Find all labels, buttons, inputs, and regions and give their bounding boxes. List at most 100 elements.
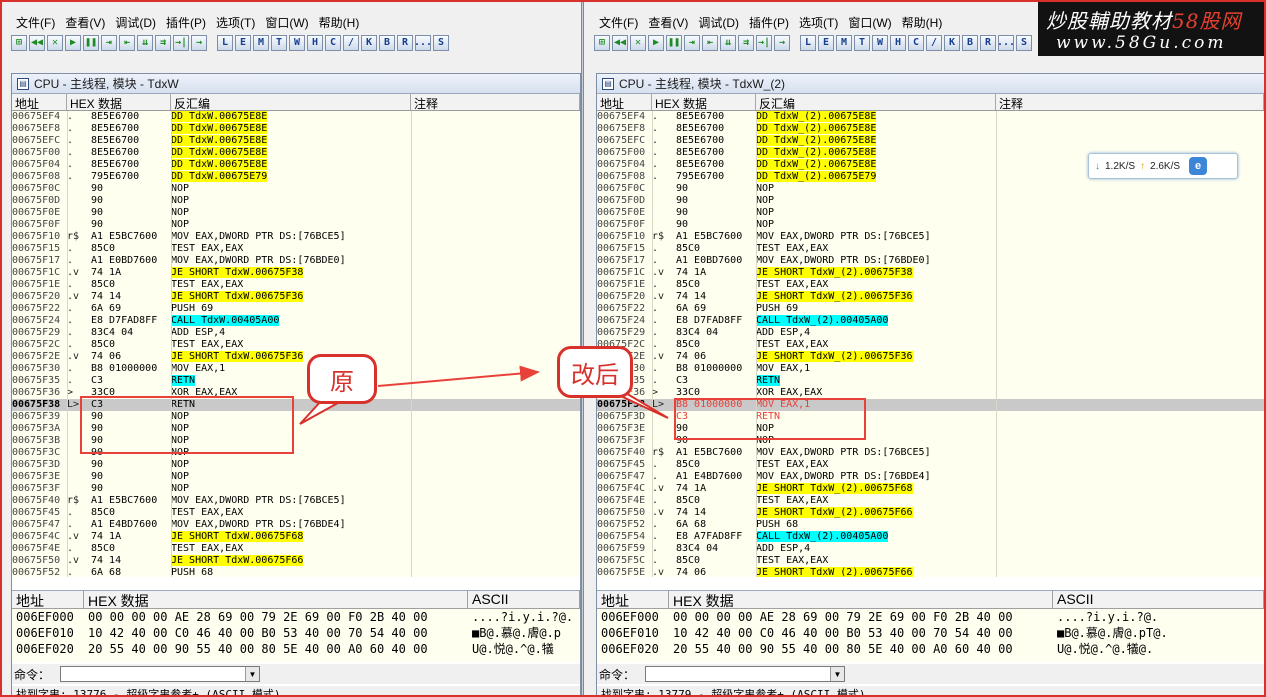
disasm-row[interactable]: 00675F4C .v 74 1A JE SHORT TdxW.00675F68	[12, 531, 580, 543]
chevron-down-icon[interactable]: ▼	[245, 667, 260, 681]
disasm-row[interactable]: 00675F50 .v 74 14 JE SHORT TdxW.00675F66	[12, 555, 580, 567]
dump-row[interactable]: 006EF010 10 42 40 00 C0 46 40 00 B0 53 40…	[12, 625, 580, 641]
toolbar-window-button[interactable]: ...	[997, 35, 1015, 51]
disasm-row[interactable]: 00675F47. A1 E4BD7600 MOV EAX,DWORD PTR DS…	[597, 471, 1264, 483]
disasm-row[interactable]: 00675F17. A1 E0BD7600 MOV EAX,DWORD PTR DS…	[12, 255, 580, 267]
disasm-row[interactable]: 00675F5C. 85C0 TEST EAX,EAX	[597, 555, 1264, 567]
menu-item[interactable]: 文件(F)	[11, 13, 60, 31]
disasm-row[interactable]: 00675F1C .v 74 1A JE SHORT TdxW_(2).00675F3…	[597, 267, 1264, 279]
toolbar-window-button[interactable]: B	[379, 35, 395, 51]
column-comment[interactable]: 注释	[996, 94, 1264, 110]
disasm-grid[interactable]: 00675EF4. 8E5E6700 DD TdxW_(2).00675E8E 006…	[597, 111, 1264, 577]
toolbar-window-button[interactable]: K	[361, 35, 377, 51]
disasm-row[interactable]: 00675F45. 85C0 TEST EAX,EAX	[597, 459, 1264, 471]
menu-item[interactable]: 插件(P)	[161, 13, 211, 31]
disasm-row[interactable]: 00675F52. 6A 68 PUSH 68	[597, 519, 1264, 531]
disasm-row[interactable]: 00675EF4. 8E5E6700 DD TdxW.00675E8E	[12, 111, 580, 123]
disasm-row[interactable]: 00675F1C .v 74 1A JE SHORT TdxW.00675F38	[12, 267, 580, 279]
disasm-row[interactable]: 00675F15. 85C0 TEST EAX,EAX	[12, 243, 580, 255]
disasm-grid[interactable]: 00675EF4. 8E5E6700 DD TdxW.00675E8E 00675EF…	[12, 111, 580, 577]
toolbar-window-button[interactable]: L	[217, 35, 233, 51]
disasm-row[interactable]: 00675F4C .v 74 1A JE SHORT TdxW_(2).00675F6…	[597, 483, 1264, 495]
toolbar-window-button[interactable]: M	[253, 35, 269, 51]
chevron-down-icon[interactable]: ▼	[830, 667, 845, 681]
toolbar-window-button[interactable]: W	[289, 35, 305, 51]
column-comment[interactable]: 注释	[411, 94, 580, 110]
toolbar-button-icon[interactable]: ⇊	[137, 35, 153, 51]
disasm-row[interactable]: 00675F4E. 85C0 TEST EAX,EAX	[12, 543, 580, 555]
disasm-row[interactable]: 00675F1E. 85C0 TEST EAX,EAX	[597, 279, 1264, 291]
disasm-row[interactable]: 00675F0D 90 NOP	[12, 195, 580, 207]
menu-item[interactable]: 帮助(H)	[897, 13, 948, 31]
toolbar-window-button[interactable]: R	[980, 35, 996, 51]
disasm-row[interactable]: 00675F2E.v74 06JE SHORT TdxW_(2).00675F3…	[597, 351, 1264, 363]
dump-row[interactable]: 006EF020 20 55 40 00 90 55 40 00 80 5E 40…	[597, 641, 1264, 657]
toolbar-button-icon[interactable]: ⇉	[738, 35, 754, 51]
toolbar-window-button[interactable]: S	[1016, 35, 1032, 51]
toolbar-window-button[interactable]: H	[307, 35, 323, 51]
disasm-row[interactable]: 00675EF8. 8E5E6700 DD TdxW.00675E8E	[12, 123, 580, 135]
menu-item[interactable]: 窗口(W)	[843, 13, 896, 31]
menu-item[interactable]: 选项(T)	[211, 13, 260, 31]
disasm-row[interactable]: 00675F59. 83C4 04 ADD ESP,4	[597, 543, 1264, 555]
command-input[interactable]: ▼	[60, 666, 261, 682]
disasm-row[interactable]: 00675F45. 85C0 TEST EAX,EAX	[12, 507, 580, 519]
cpu-window-titlebar[interactable]: ▤ CPU - 主线程, 模块 - TdxW	[12, 74, 580, 94]
toolbar-window-button[interactable]: E	[818, 35, 834, 51]
disasm-row[interactable]: 00675F17. A1 E0BD7600 MOV EAX,DWORD PTR DS…	[597, 255, 1264, 267]
disasm-row[interactable]: 00675F52. 6A 68 PUSH 68	[12, 567, 580, 577]
hex-dump-pane[interactable]: 地址 HEX 数据 ASCII 006EF000 00 00 00 00 AE 2…	[597, 590, 1264, 662]
menu-item[interactable]: 查看(V)	[60, 13, 110, 31]
disasm-row[interactable]: 00675F20 .v 74 14 JE SHORT TdxW_(2).00675F3…	[597, 291, 1264, 303]
column-hex[interactable]: HEX 数据	[652, 94, 756, 110]
toolbar-window-button[interactable]: /	[343, 35, 359, 51]
toolbar-window-button[interactable]: ...	[414, 35, 432, 51]
toolbar-button-icon[interactable]: ⊞	[594, 35, 610, 51]
disasm-row[interactable]: 00675F54. E8 A7FAD8FF CALL TdxW_(2).00405A…	[597, 531, 1264, 543]
column-hex[interactable]: HEX 数据	[67, 94, 171, 110]
dump-row[interactable]: 006EF020 20 55 40 00 90 55 40 00 80 5E 40…	[12, 641, 580, 657]
menu-item[interactable]: 查看(V)	[643, 13, 693, 31]
menu-item[interactable]: 文件(F)	[594, 13, 643, 31]
disasm-row[interactable]: 00675F35.C3RETN	[597, 375, 1264, 387]
disasm-row[interactable]: 00675F0E 90 NOP	[597, 207, 1264, 219]
dump-column-ascii[interactable]: ASCII	[1053, 591, 1264, 608]
dump-column-hex[interactable]: HEX 数据	[669, 591, 1053, 609]
toolbar-window-button[interactable]: E	[235, 35, 251, 51]
disasm-row[interactable]: 00675EFC. 8E5E6700 DD TdxW.00675E8E	[12, 135, 580, 147]
disasm-row[interactable]: 00675F04. 8E5E6700 DD TdxW.00675E8E	[12, 159, 580, 171]
dump-column-ascii[interactable]: ASCII	[468, 591, 580, 608]
disasm-row[interactable]: 00675F08. 795E6700 DD TdxW.00675E79	[12, 171, 580, 183]
command-input[interactable]: ▼	[645, 666, 846, 682]
toolbar-button-icon[interactable]: →|	[756, 35, 772, 51]
disasm-row[interactable]: 00675F15. 85C0 TEST EAX,EAX	[597, 243, 1264, 255]
disasm-row[interactable]: 00675EFC. 8E5E6700 DD TdxW_(2).00675E8E	[597, 135, 1264, 147]
disasm-row[interactable]: 00675F4E. 85C0 TEST EAX,EAX	[597, 495, 1264, 507]
disasm-row[interactable]: 00675F20 .v 74 14 JE SHORT TdxW.00675F36	[12, 291, 580, 303]
column-disasm[interactable]: 反汇编	[756, 94, 996, 110]
toolbar-window-button[interactable]: C	[325, 35, 341, 51]
toolbar-button-icon[interactable]: ⇊	[720, 35, 736, 51]
disasm-row[interactable]: 00675F2C. 85C0 TEST EAX,EAX	[597, 339, 1264, 351]
menu-item[interactable]: 调试(D)	[110, 13, 161, 31]
toolbar-button-icon[interactable]: ▶	[65, 35, 81, 51]
disasm-row[interactable]: 00675F0C 90 NOP	[12, 183, 580, 195]
disasm-row[interactable]: 00675F24. E8 D7FAD8FF CALL TdxW_(2).00405A…	[597, 315, 1264, 327]
toolbar-button-icon[interactable]: ✕	[47, 35, 63, 51]
disasm-row[interactable]: 00675EF8. 8E5E6700 DD TdxW_(2).00675E8E	[597, 123, 1264, 135]
menu-item[interactable]: 窗口(W)	[260, 13, 313, 31]
column-address[interactable]: 地址	[597, 94, 652, 110]
disasm-row[interactable]: 00675F0F 90 NOP	[12, 219, 580, 231]
toolbar-window-button[interactable]: H	[890, 35, 906, 51]
toolbar-window-button[interactable]: C	[908, 35, 924, 51]
dump-row[interactable]: 006EF010 10 42 40 00 C0 46 40 00 B0 53 40…	[597, 625, 1264, 641]
menu-item[interactable]: 调试(D)	[693, 13, 744, 31]
disasm-row[interactable]: 00675F29. 83C4 04 ADD ESP,4	[597, 327, 1264, 339]
disasm-row[interactable]: 00675F50 .v 74 14 JE SHORT TdxW_(2).00675F6…	[597, 507, 1264, 519]
disasm-row[interactable]: 00675F10 r$ A1 E5BC7600 MOV EAX,DWORD PTR D…	[12, 231, 580, 243]
toolbar-window-button[interactable]: W	[872, 35, 888, 51]
cpu-window-titlebar[interactable]: ▤ CPU - 主线程, 模块 - TdxW_(2)	[597, 74, 1264, 94]
disasm-row[interactable]: 00675F29. 83C4 04 ADD ESP,4	[12, 327, 580, 339]
toolbar-button-icon[interactable]: ⇥	[101, 35, 117, 51]
toolbar-window-button[interactable]: K	[944, 35, 960, 51]
